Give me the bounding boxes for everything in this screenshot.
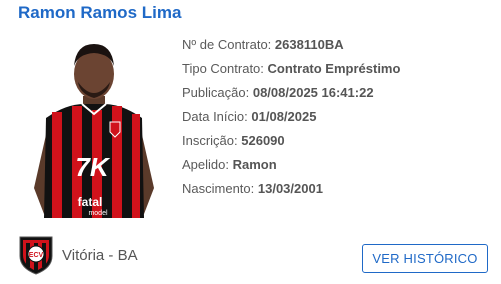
- contract-details: Nº de Contrato: 2638110BA Tipo Contrato:…: [182, 36, 492, 204]
- detail-publication: Publicação: 08/08/2025 16:41:22: [182, 85, 374, 100]
- club-name: Vitória - BA: [62, 246, 138, 264]
- view-history-button[interactable]: VER HISTÓRICO: [362, 244, 488, 273]
- detail-start-date: Data Início: 01/08/2025: [182, 109, 317, 124]
- detail-contract-number: Nº de Contrato: 2638110BA: [182, 37, 344, 52]
- player-photo: 7K fatal model: [34, 44, 154, 218]
- detail-birth-date: Nascimento: 13/03/2001: [182, 181, 323, 196]
- detail-registration: Inscrição: 526090: [182, 133, 285, 148]
- svg-text:ECV: ECV: [29, 252, 44, 259]
- detail-contract-type: Tipo Contrato: Contrato Empréstimo: [182, 61, 401, 76]
- player-name: Ramon Ramos Lima: [18, 3, 182, 22]
- club-info: ECV Vitória - BA: [18, 234, 138, 276]
- jersey-sponsor-mark: 7K: [75, 152, 110, 182]
- jersey-sponsor-sub: model: [88, 210, 108, 217]
- club-crest-icon: ECV: [19, 236, 53, 275]
- player-card: Ramon Ramos Lima 7K fatal model Nº de Co…: [0, 0, 501, 284]
- jersey-sponsor-text: fatal: [78, 195, 103, 209]
- detail-nickname: Apelido: Ramon: [182, 157, 277, 172]
